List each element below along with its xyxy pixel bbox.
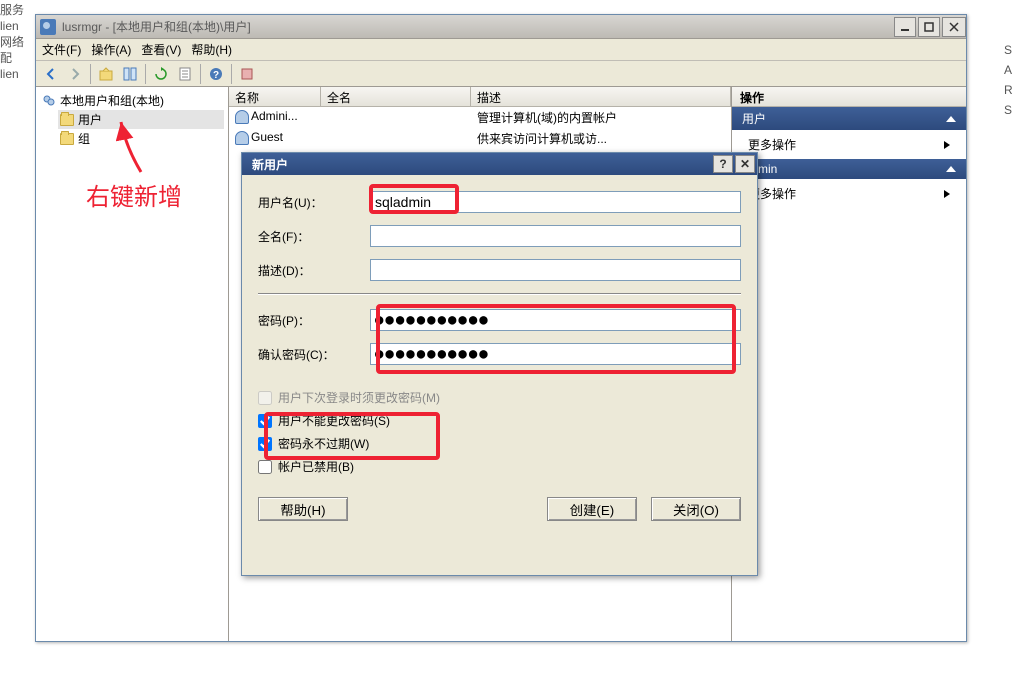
toolbar: ? xyxy=(36,61,966,87)
list-row[interactable]: Guest 供来宾访问计算机或访... xyxy=(229,128,731,149)
menubar: 文件(F) 操作(A) 查看(V) 帮助(H) xyxy=(36,39,966,61)
maximize-button[interactable] xyxy=(918,17,940,37)
chevron-right-icon xyxy=(944,141,950,149)
export-button[interactable] xyxy=(174,63,196,85)
show-hide-button[interactable] xyxy=(119,63,141,85)
tree-panel: 本地用户和组(本地) 用户 组 右键新增 xyxy=(36,87,229,641)
refresh-button[interactable] xyxy=(150,63,172,85)
back-button[interactable] xyxy=(40,63,62,85)
disabled-box[interactable] xyxy=(258,460,272,474)
help-button[interactable]: 帮助(H) xyxy=(258,497,348,521)
dialog-title: 新用户 xyxy=(252,156,713,173)
folder-icon xyxy=(60,114,74,126)
actions-more-selected[interactable]: 更多操作 xyxy=(732,179,966,208)
folder-icon xyxy=(60,133,74,145)
close-button[interactable]: 关闭(O) xyxy=(651,497,741,521)
menu-action[interactable]: 操作(A) xyxy=(91,41,131,58)
create-button[interactable]: 创建(E) xyxy=(547,497,637,521)
never-expire-box[interactable] xyxy=(258,437,272,451)
background-right-text: S A R S xyxy=(1004,40,1024,120)
new-user-dialog: 新用户 ? ✕ 用户名(U)： 全名(F)： 描述(D)： 密码(P)： 确认密… xyxy=(241,152,758,576)
password-label: 密码(P)： xyxy=(258,312,370,329)
collapse-icon xyxy=(946,166,956,172)
chevron-right-icon xyxy=(944,190,950,198)
actions-panel: 操作 用户 更多操作 ladmin 更多操作 xyxy=(731,87,966,641)
col-header-fullname[interactable]: 全名 xyxy=(321,87,471,106)
col-header-name[interactable]: 名称 xyxy=(229,87,321,106)
tree-root[interactable]: 本地用户和组(本地) xyxy=(40,91,224,110)
list-header: 名称 全名 描述 xyxy=(229,87,731,107)
user-icon xyxy=(235,110,249,124)
cannot-change-checkbox[interactable]: 用户不能更改密码(S) xyxy=(258,412,741,429)
username-label: 用户名(U)： xyxy=(258,194,370,211)
disabled-checkbox[interactable]: 帐户已禁用(B) xyxy=(258,458,741,475)
dialog-help-button[interactable]: ? xyxy=(713,155,733,173)
minimize-button[interactable] xyxy=(894,17,916,37)
password-input[interactable] xyxy=(370,309,741,331)
menu-view[interactable]: 查看(V) xyxy=(141,41,181,58)
close-button[interactable] xyxy=(942,17,966,37)
svg-text:?: ? xyxy=(213,70,219,81)
username-input[interactable] xyxy=(370,191,741,213)
actions-section-users[interactable]: 用户 xyxy=(732,107,966,130)
fullname-label: 全名(F)： xyxy=(258,228,370,245)
titlebar[interactable]: lusrmgr - [本地用户和组(本地)\用户] xyxy=(36,15,966,39)
app-icon xyxy=(40,19,56,35)
cannot-change-box[interactable] xyxy=(258,414,272,428)
must-change-box xyxy=(258,391,272,405)
menu-help[interactable]: 帮助(H) xyxy=(191,41,232,58)
collapse-icon xyxy=(946,116,956,122)
dialog-titlebar[interactable]: 新用户 ? ✕ xyxy=(242,153,757,175)
actions-section-selected[interactable]: ladmin xyxy=(732,159,966,179)
desc-label: 描述(D)： xyxy=(258,262,370,279)
users-groups-icon xyxy=(42,94,56,108)
confirm-password-label: 确认密码(C)： xyxy=(258,346,370,363)
col-header-desc[interactable]: 描述 xyxy=(471,87,731,106)
fullname-input[interactable] xyxy=(370,225,741,247)
list-row[interactable]: Admini... 管理计算机(域)的内置帐户 xyxy=(229,107,731,128)
desc-input[interactable] xyxy=(370,259,741,281)
confirm-password-input[interactable] xyxy=(370,343,741,365)
window-title: lusrmgr - [本地用户和组(本地)\用户] xyxy=(62,18,892,35)
actions-more-users[interactable]: 更多操作 xyxy=(732,130,966,159)
properties-button[interactable] xyxy=(236,63,258,85)
must-change-checkbox: 用户下次登录时须更改密码(M) xyxy=(258,389,741,406)
menu-file[interactable]: 文件(F) xyxy=(42,41,81,58)
help-button[interactable]: ? xyxy=(205,63,227,85)
up-button[interactable] xyxy=(95,63,117,85)
dialog-close-button[interactable]: ✕ xyxy=(735,155,755,173)
background-left-text: 服务 lien 网络配 lien xyxy=(0,0,35,675)
annotation-arrow xyxy=(116,117,166,180)
forward-button[interactable] xyxy=(64,63,86,85)
never-expire-checkbox[interactable]: 密码永不过期(W) xyxy=(258,435,741,452)
annotation-text: 右键新增 xyxy=(86,177,182,212)
user-icon xyxy=(235,131,249,145)
actions-header: 操作 xyxy=(732,87,966,107)
